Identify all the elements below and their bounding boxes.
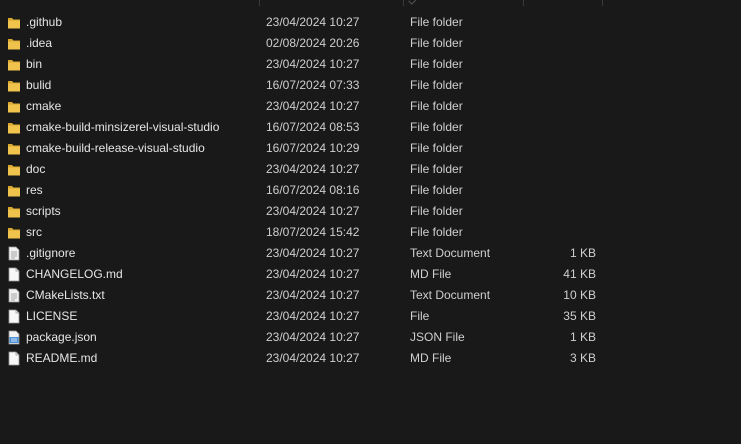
column-divider[interactable]: [602, 0, 603, 6]
folder-icon: [7, 120, 21, 135]
file-date-modified: 16/07/2024 10:29: [266, 141, 360, 155]
file-date-modified: 23/04/2024 10:27: [266, 330, 360, 344]
folder-icon: [7, 162, 21, 177]
file-type: File folder: [410, 36, 463, 50]
file-date-modified: 02/08/2024 20:26: [266, 36, 360, 50]
column-divider[interactable]: [403, 0, 404, 6]
file-name: CMakeLists.txt: [26, 288, 105, 302]
file-date-modified: 23/04/2024 10:27: [266, 204, 360, 218]
folder-icon: [7, 57, 21, 72]
file-name: .gitignore: [26, 246, 76, 260]
list-item[interactable]: bin 23/04/2024 10:27 File folder: [0, 54, 600, 75]
folder-icon: [7, 204, 21, 219]
file-size: 35 KB: [563, 309, 596, 323]
file-name: cmake-build-minsizerel-visual-studio: [26, 120, 220, 134]
file-name: package.json: [26, 330, 97, 344]
file-name: README.md: [26, 351, 98, 365]
file-name: CHANGELOG.md: [26, 267, 123, 281]
file-type: File: [410, 309, 430, 323]
sort-indicator-icon: [408, 0, 417, 5]
file-icon: [7, 351, 21, 366]
file-date-modified: 18/07/2024 15:42: [266, 225, 360, 239]
file-type: File folder: [410, 57, 463, 71]
file-type: File folder: [410, 141, 463, 155]
file-date-modified: 16/07/2024 07:33: [266, 78, 360, 92]
file-date-modified: 23/04/2024 10:27: [266, 288, 360, 302]
file-type: File folder: [410, 15, 463, 29]
list-item[interactable]: LICENSE 23/04/2024 10:27 File 35 KB: [0, 306, 600, 327]
folder-icon: [7, 15, 21, 30]
file-size: 1 KB: [569, 330, 596, 344]
file-name: bulid: [26, 78, 52, 92]
list-item[interactable]: CMakeLists.txt 23/04/2024 10:27 Text Doc…: [0, 285, 600, 306]
folder-icon: [7, 99, 21, 114]
list-item[interactable]: README.md 23/04/2024 10:27 MD File 3 KB: [0, 348, 600, 369]
folder-icon: [7, 78, 21, 93]
file-size: 10 KB: [563, 288, 596, 302]
column-divider[interactable]: [523, 0, 524, 6]
column-divider[interactable]: [259, 0, 260, 6]
list-item[interactable]: res 16/07/2024 08:16 File folder: [0, 180, 600, 201]
file-name: src: [26, 225, 42, 239]
file-date-modified: 16/07/2024 08:53: [266, 120, 360, 134]
file-type: Text Document: [410, 288, 491, 302]
folder-icon: [7, 141, 21, 156]
list-item[interactable]: CHANGELOG.md 23/04/2024 10:27 MD File 41…: [0, 264, 600, 285]
folder-icon: [7, 36, 21, 51]
file-type: File folder: [410, 204, 463, 218]
file-size: 3 KB: [569, 351, 596, 365]
file-list: .github 23/04/2024 10:27 File folder .id…: [0, 12, 741, 369]
list-item[interactable]: package.json 23/04/2024 10:27 JSON File …: [0, 327, 600, 348]
file-type: File folder: [410, 78, 463, 92]
list-item[interactable]: cmake-build-minsizerel-visual-studio 16/…: [0, 117, 600, 138]
file-type: File folder: [410, 225, 463, 239]
file-name: scripts: [26, 204, 61, 218]
list-item[interactable]: bulid 16/07/2024 07:33 File folder: [0, 75, 600, 96]
list-item[interactable]: cmake 23/04/2024 10:27 File folder: [0, 96, 600, 117]
file-type: Text Document: [410, 246, 491, 260]
list-item[interactable]: .github 23/04/2024 10:27 File folder: [0, 12, 600, 33]
file-name: cmake-build-release-visual-studio: [26, 141, 205, 155]
list-item[interactable]: scripts 23/04/2024 10:27 File folder: [0, 201, 600, 222]
file-name: LICENSE: [26, 309, 78, 323]
file-type: File folder: [410, 183, 463, 197]
list-item[interactable]: doc 23/04/2024 10:27 File folder: [0, 159, 600, 180]
column-header: [0, 0, 741, 7]
list-item[interactable]: .gitignore 23/04/2024 10:27 Text Documen…: [0, 243, 600, 264]
text-document-icon: [7, 288, 21, 303]
file-date-modified: 23/04/2024 10:27: [266, 309, 360, 323]
file-size: 1 KB: [569, 246, 596, 260]
folder-icon: [7, 183, 21, 198]
file-name: .idea: [26, 36, 53, 50]
file-name: .github: [26, 15, 63, 29]
file-type: MD File: [410, 351, 452, 365]
file-date-modified: 23/04/2024 10:27: [266, 246, 360, 260]
file-type: MD File: [410, 267, 452, 281]
file-type: File folder: [410, 162, 463, 176]
file-icon: [7, 309, 21, 324]
file-name: cmake: [26, 99, 62, 113]
text-document-icon: [7, 246, 21, 261]
file-icon: [7, 267, 21, 282]
file-type: File folder: [410, 120, 463, 134]
file-date-modified: 23/04/2024 10:27: [266, 351, 360, 365]
json-file-icon: [7, 330, 21, 345]
file-date-modified: 16/07/2024 08:16: [266, 183, 360, 197]
file-date-modified: 23/04/2024 10:27: [266, 15, 360, 29]
file-type: File folder: [410, 99, 463, 113]
file-name: doc: [26, 162, 46, 176]
file-size: 41 KB: [563, 267, 596, 281]
file-name: res: [26, 183, 43, 197]
file-type: JSON File: [410, 330, 465, 344]
file-date-modified: 23/04/2024 10:27: [266, 162, 360, 176]
file-name: bin: [26, 57, 43, 71]
list-item[interactable]: src 18/07/2024 15:42 File folder: [0, 222, 600, 243]
list-item[interactable]: cmake-build-release-visual-studio 16/07/…: [0, 138, 600, 159]
folder-icon: [7, 225, 21, 240]
file-date-modified: 23/04/2024 10:27: [266, 57, 360, 71]
file-date-modified: 23/04/2024 10:27: [266, 267, 360, 281]
file-date-modified: 23/04/2024 10:27: [266, 99, 360, 113]
list-item[interactable]: .idea 02/08/2024 20:26 File folder: [0, 33, 600, 54]
